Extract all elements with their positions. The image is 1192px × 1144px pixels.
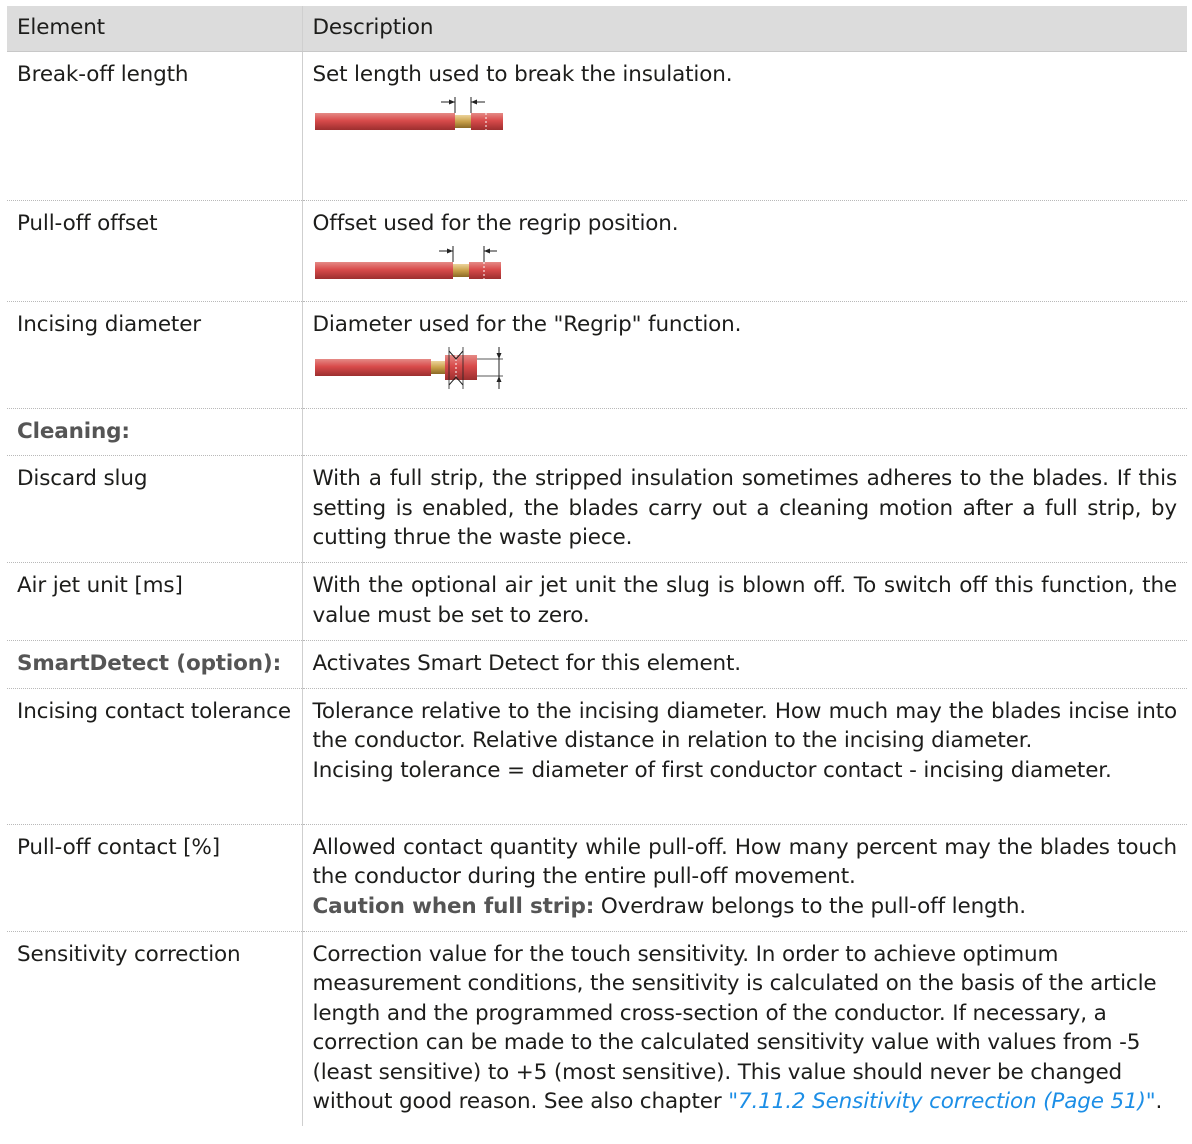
row-description-cell: Correction value for the touch sensitivi… (302, 931, 1187, 1126)
table-row: Discard slug With a full strip, the stri… (7, 455, 1187, 563)
row-description (302, 408, 1187, 456)
row-element: Incising contact tolerance (7, 688, 303, 825)
pull-off-offset-diagram (314, 246, 501, 279)
row-description: Tolerance relative to the incising diame… (312, 698, 1178, 754)
table-row: Incising contact tolerance Tolerance rel… (7, 688, 1187, 825)
row-element: Sensitivity correction (7, 931, 303, 1126)
row-description: Diameter used for the "Regrip" function. (312, 311, 742, 337)
table-row: Sensitivity correction Correction value … (7, 931, 1187, 1126)
table-row: SmartDetect (option): Activates Smart De… (7, 640, 1187, 689)
row-element: Pull-off contact [%] (7, 824, 303, 932)
break-off-length-diagram (314, 97, 503, 130)
row-description-cell: Diameter used for the "Regrip" function. (302, 301, 1187, 409)
settings-table: Element Description Break-off length Set… (7, 6, 1187, 1126)
caution-note: Caution when full strip: Overdraw belong… (313, 892, 1178, 922)
table-header-row: Element Description (7, 6, 1187, 52)
row-description-cell: Allowed contact quantity while pull-off.… (302, 824, 1187, 932)
table-row: Pull-off contact [%] Allowed contact qua… (7, 824, 1187, 932)
row-description-cell: Tolerance relative to the incising diame… (302, 688, 1187, 825)
table-row: Pull-off offset Offset used for the regr… (7, 200, 1187, 302)
row-element: Discard slug (7, 455, 303, 563)
row-element: Pull-off offset (7, 200, 303, 302)
row-element: Break-off length (7, 51, 303, 201)
row-element: Cleaning: (7, 408, 303, 456)
row-description: Activates Smart Detect for this element. (302, 640, 1187, 689)
incising-diameter-diagram (314, 347, 503, 389)
row-description: Set length used to break the insulation. (312, 61, 733, 87)
table-row: Incising diameter Diameter used for the … (7, 301, 1187, 409)
table-row: Cleaning: (7, 408, 1187, 456)
caution-text: Overdraw belongs to the pull-off length. (594, 893, 1026, 919)
row-description: Allowed contact quantity while pull-off.… (312, 834, 1178, 890)
row-description: With the optional air jet unit the slug … (302, 562, 1187, 641)
row-description-cell: Set length used to break the insulation. (302, 51, 1187, 201)
row-description-tail: . (1155, 1089, 1163, 1114)
row-description: Offset used for the regrip position. (312, 210, 679, 236)
row-description-formula: Incising tolerance = diameter of first c… (312, 757, 1112, 783)
table-row: Break-off length Set length used to brea… (7, 51, 1187, 201)
row-element: Incising diameter (7, 301, 303, 409)
chapter-link[interactable]: "7.11.2 Sensitivity correction (Page 51)… (728, 1089, 1155, 1114)
row-element: SmartDetect (option): (7, 640, 303, 689)
row-description-cell: Offset used for the regrip position. (302, 200, 1187, 302)
row-element: Air jet unit [ms] (7, 562, 303, 641)
table-row: Air jet unit [ms] With the optional air … (7, 562, 1187, 641)
row-description: With a full strip, the stripped insulati… (302, 455, 1187, 563)
header-element: Element (7, 6, 303, 52)
caution-label: Caution when full strip: (312, 893, 595, 919)
header-description: Description (302, 6, 1187, 52)
